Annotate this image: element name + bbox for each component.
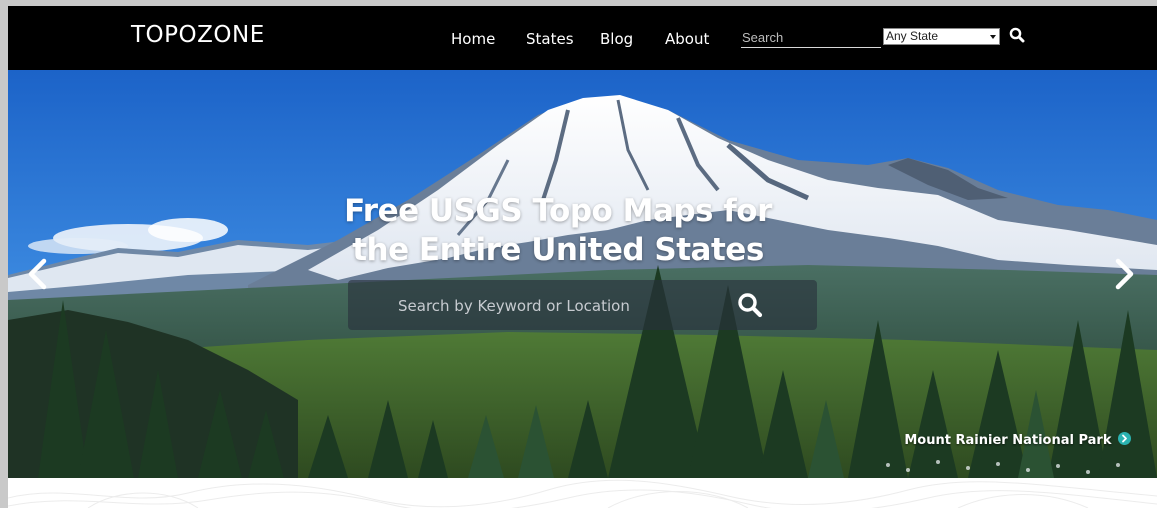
nav-home[interactable]: Home — [451, 30, 495, 48]
state-select[interactable]: Any State — [883, 28, 1000, 45]
photo-caption-text: Mount Rainier National Park — [904, 433, 1112, 448]
nav-about[interactable]: About — [665, 30, 709, 48]
browser-viewport: TOPOZONE Home States Blog About Any Stat… — [8, 6, 1157, 508]
contour-lines-decoration — [8, 479, 1157, 508]
site-logo[interactable]: TOPOZONE — [131, 22, 265, 48]
photo-caption-link[interactable]: Mount Rainier National Park — [904, 432, 1131, 449]
hero-title-line2: the Entire United States — [352, 232, 764, 268]
hero-banner: Free USGS Topo Maps for the Entire Unite… — [8, 70, 1157, 478]
arrow-circle-right-icon — [1118, 432, 1131, 449]
hero-search-box — [348, 280, 817, 330]
hero-search-input[interactable] — [396, 293, 730, 319]
chevron-right-icon[interactable] — [1112, 257, 1136, 296]
nav-search-input[interactable] — [741, 28, 881, 48]
top-navbar: TOPOZONE Home States Blog About Any Stat… — [8, 6, 1157, 70]
topo-contour-background — [8, 478, 1157, 508]
search-icon[interactable] — [1009, 27, 1025, 48]
search-icon[interactable] — [736, 291, 764, 324]
dropdown-arrow-icon — [990, 35, 996, 39]
state-select-value: Any State — [886, 29, 939, 43]
hero-title: Free USGS Topo Maps for the Entire Unite… — [308, 192, 808, 270]
nav-blog[interactable]: Blog — [600, 30, 633, 48]
mountain-landscape-image — [8, 70, 1157, 478]
nav-states[interactable]: States — [526, 30, 574, 48]
hero-title-line1: Free USGS Topo Maps for — [344, 193, 772, 229]
chevron-left-icon[interactable] — [26, 257, 50, 296]
